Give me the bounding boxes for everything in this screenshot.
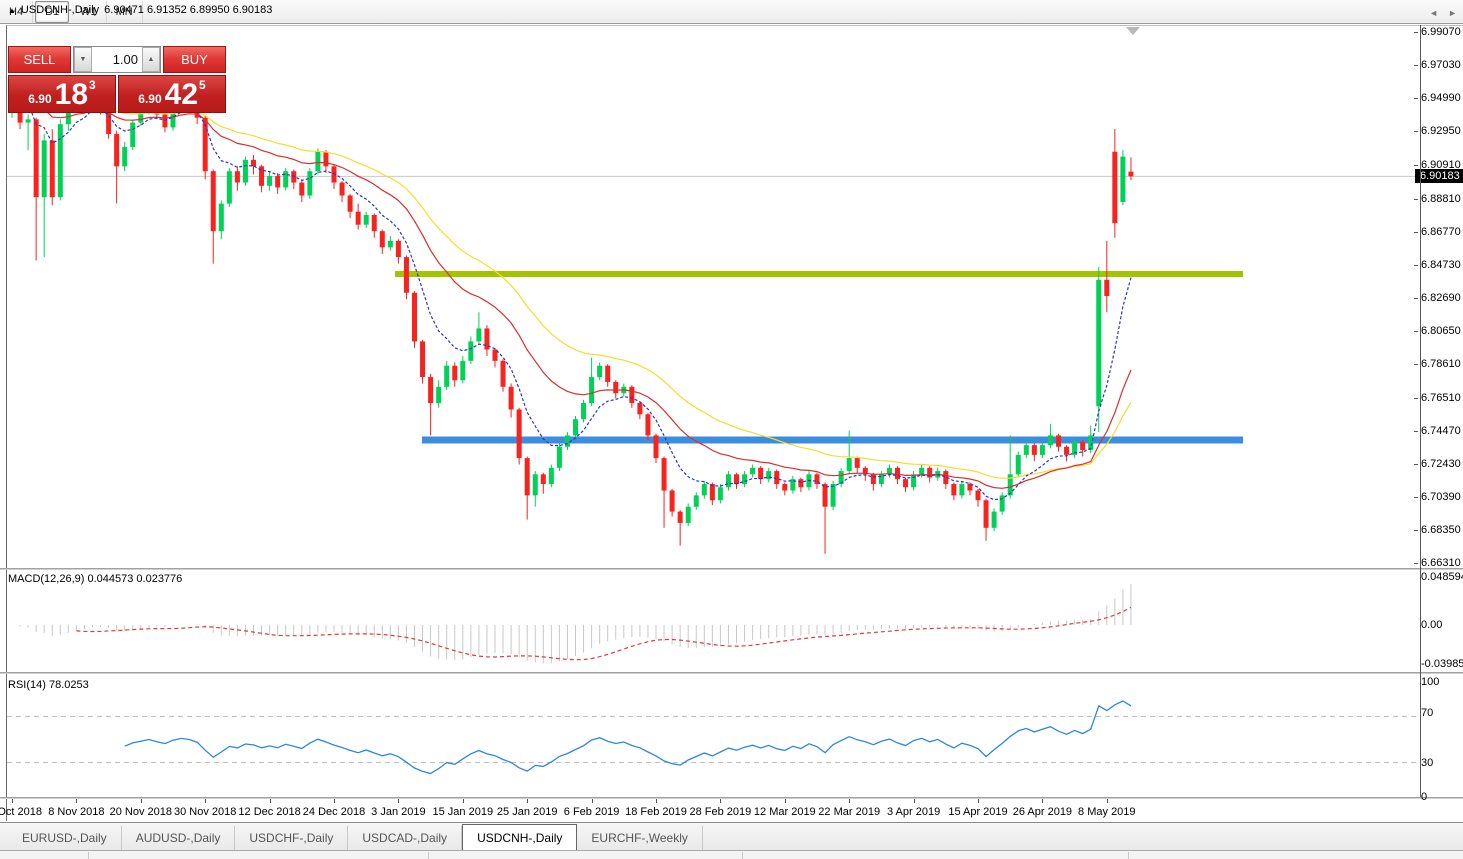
rsi-scale-label: 100	[1421, 676, 1439, 688]
chart-tab-audusddaily[interactable]: AUDUSD-,Daily	[122, 826, 236, 850]
date-axis-label: 15 Apr 2019	[948, 806, 1007, 818]
date-axis-label: 3 Jan 2019	[371, 806, 425, 818]
price-axis-label: 6.78610	[1421, 358, 1461, 370]
buy-price-prefix: 6.90	[138, 92, 161, 106]
chart-tab-eurusddaily[interactable]: EURUSD-,Daily	[8, 826, 122, 850]
date-axis-label: 28 Feb 2019	[690, 806, 752, 818]
macd-scale-label: -0.039856	[1421, 658, 1463, 670]
current-price-marker: 6.90183	[1415, 169, 1463, 183]
date-axis-label: 25 Jan 2019	[497, 806, 558, 818]
date-axis-label: 29 Oct 2018	[0, 806, 42, 818]
buy-quote-button[interactable]: 6.90 42 5	[118, 75, 226, 113]
date-axis-label: 24 Dec 2018	[303, 806, 365, 818]
chart-tab-usdcaddaily[interactable]: USDCAD-,Daily	[348, 826, 462, 850]
symbol-label: USDCNH-,Daily	[21, 4, 99, 16]
pane-splitter-dates	[0, 797, 1463, 799]
rsi-label: RSI(14) 78.0253	[8, 679, 89, 691]
buy-price-pips: 42	[165, 80, 198, 110]
date-axis-label: 8 Nov 2018	[48, 806, 104, 818]
macd-scale-label: 0.00	[1421, 619, 1442, 631]
volume-decrease-icon[interactable]: ▼	[74, 47, 92, 72]
date-axis-label: 8 May 2019	[1078, 806, 1135, 818]
chart-window[interactable]	[6, 25, 1463, 821]
sell-quote-button[interactable]: 6.90 18 3	[8, 75, 116, 113]
sell-price-point: 3	[89, 78, 96, 92]
rsi-scale-label: 0	[1421, 791, 1427, 803]
collapse-icon[interactable]: ▲	[8, 6, 16, 15]
date-axis-label: 30 Nov 2018	[174, 806, 236, 818]
tab-scroll-right-icon[interactable]: ►	[1448, 8, 1457, 18]
buy-price-point: 5	[199, 78, 206, 92]
date-axis-label: 22 Mar 2019	[818, 806, 880, 818]
sell-price-pips: 18	[55, 80, 88, 110]
price-axis-label: 6.80650	[1421, 325, 1461, 337]
date-axis-label: 20 Nov 2018	[110, 806, 172, 818]
price-axis-label: 6.84730	[1421, 259, 1461, 271]
sell-price-prefix: 6.90	[28, 92, 51, 106]
status-strip	[0, 850, 1463, 859]
rsi-scale-label: 70	[1421, 707, 1433, 719]
tab-nav: ◄ ►	[1429, 8, 1457, 18]
price-axis-label: 6.88810	[1421, 193, 1461, 205]
chart-tab-bar: EURUSD-,DailyAUDUSD-,DailyUSDCHF-,DailyU…	[0, 822, 1463, 850]
date-axis-label: 15 Jan 2019	[433, 806, 494, 818]
price-axis-label: 6.92950	[1421, 125, 1461, 137]
price-axis-label: 6.66310	[1421, 557, 1461, 569]
date-axis-label: 18 Feb 2019	[625, 806, 687, 818]
price-axis-label: 6.94990	[1421, 92, 1461, 104]
one-click-trade-panel: SELL ▼ ▲ BUY 6.90 18 3 6.90 42 5	[8, 46, 226, 113]
rsi-scale-label: 30	[1421, 757, 1433, 769]
sell-button[interactable]: SELL	[8, 46, 71, 73]
date-axis-label: 12 Dec 2018	[238, 806, 300, 818]
volume-increase-icon[interactable]: ▲	[142, 47, 160, 72]
date-axis-label: 3 Apr 2019	[887, 806, 940, 818]
pane-splitter-rsi[interactable]	[0, 672, 1463, 674]
volume-stepper: ▼ ▲	[73, 46, 161, 73]
date-axis-label: 26 Apr 2019	[1013, 806, 1072, 818]
price-axis-label: 6.70390	[1421, 491, 1461, 503]
chart-shift-marker-icon	[1126, 27, 1140, 35]
price-axis-label: 6.86770	[1421, 226, 1461, 238]
volume-input[interactable]	[92, 47, 142, 72]
buy-button[interactable]: BUY	[163, 46, 226, 73]
macd-scale-label: 0.048594	[1421, 571, 1463, 583]
price-axis-label: 6.82690	[1421, 292, 1461, 304]
price-axis-label: 6.76510	[1421, 392, 1461, 404]
price-axis-label: 6.99070	[1421, 26, 1461, 38]
pane-splitter-macd[interactable]	[0, 568, 1463, 570]
date-axis-label: 6 Feb 2019	[564, 806, 620, 818]
chart-tab-eurchfweekly[interactable]: EURCHF-,Weekly	[577, 826, 702, 850]
price-axis-label: 6.72430	[1421, 458, 1461, 470]
price-axis-label: 6.74470	[1421, 425, 1461, 437]
trading-terminal: H4D1W1MN ▲ USDCNH-,Daily 6.90471 6.91352…	[0, 0, 1463, 859]
chart-tab-usdcnhdaily[interactable]: USDCNH-,Daily	[462, 824, 577, 850]
tab-scroll-left-icon[interactable]: ◄	[1429, 8, 1438, 18]
chart-tab-usdchfdaily[interactable]: USDCHF-,Daily	[235, 826, 348, 850]
price-axis-label: 6.97030	[1421, 59, 1461, 71]
date-axis-label: 12 Mar 2019	[754, 806, 816, 818]
macd-label: MACD(12,26,9) 0.044573 0.023776	[8, 573, 182, 585]
ohlc-values: 6.90471 6.91352 6.89950 6.90183	[104, 4, 272, 16]
chart-title: ▲ USDCNH-,Daily 6.90471 6.91352 6.89950 …	[8, 4, 272, 16]
axis-divider	[1420, 25, 1421, 797]
price-axis-label: 6.68350	[1421, 524, 1461, 536]
